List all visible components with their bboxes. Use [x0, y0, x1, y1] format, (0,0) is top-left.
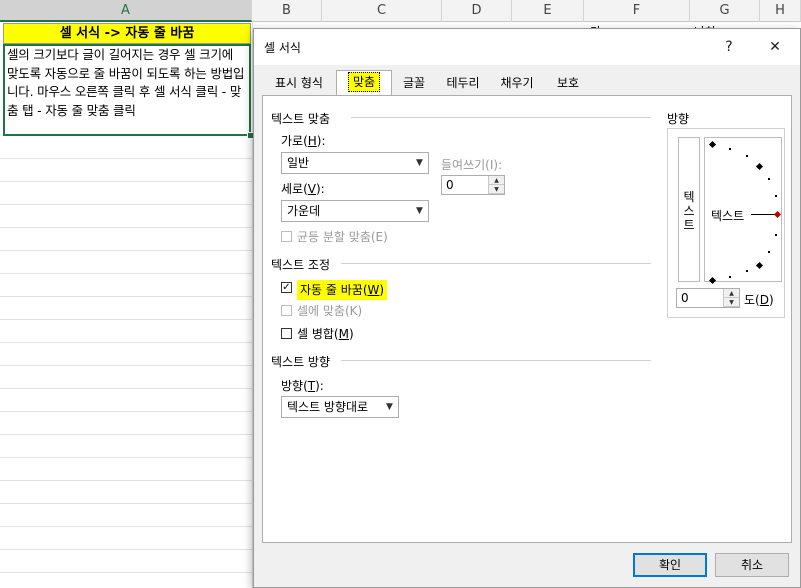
degrees-label: 도(D) [744, 293, 774, 307]
dial-dot [775, 234, 777, 236]
tab-alignment-label: 맞춤 [347, 72, 381, 92]
dial-needle [751, 214, 775, 215]
group-orientation: 방향 [667, 112, 690, 126]
dial-marker [708, 276, 717, 285]
dialog-titlebar[interactable]: 셀 서식 ? ✕ [254, 29, 800, 65]
tab-font[interactable]: 글꼴 [394, 72, 434, 95]
column-header-f[interactable]: F [584, 0, 690, 22]
shrink-to-fit-checkbox[interactable]: 셀에 맞춤(K) [281, 303, 481, 319]
distributed-checkbox[interactable]: 균등 분할 맞춤(E) [281, 229, 481, 245]
dial-marker [755, 261, 764, 270]
indent-spinner[interactable]: 0 ▲ ▼ [441, 175, 505, 195]
checkbox-box [281, 328, 292, 339]
dial-dot [768, 251, 770, 253]
tab-number[interactable]: 표시 형식 [264, 72, 334, 95]
horizontal-label: 가로(H): [281, 134, 326, 148]
dial-dot [729, 148, 731, 150]
cancel-button[interactable]: 취소 [715, 553, 789, 577]
degrees-spinner[interactable]: 0 ▲ ▼ [676, 288, 740, 308]
dial-marker [708, 140, 717, 149]
group-divider [351, 117, 651, 118]
checkbox-box [281, 231, 292, 242]
help-button[interactable]: ? [714, 35, 744, 59]
wrap-text-checkbox[interactable]: ✓ 자동 줄 바꿈(W) [281, 280, 481, 300]
ok-button[interactable]: 확인 [633, 553, 707, 577]
vertical-label: 세로(V): [281, 182, 325, 196]
checkbox-box [281, 305, 292, 316]
column-header-a[interactable]: A [0, 0, 252, 22]
column-header-c[interactable]: C [322, 0, 442, 22]
vertical-text-button[interactable]: 텍 스 트 [678, 137, 700, 282]
indent-label: 들여쓰기(I): [441, 158, 503, 172]
horizontal-select[interactable]: 일반 ▼ [281, 152, 429, 174]
alignment-panel: 텍스트 맞춤 가로(H): 일반 ▼ 들여쓰기(I): 0 ▲ ▼ 세로(V): 가운… [262, 95, 792, 543]
orientation-box: 텍 스 트 텍스트 0 ▲ ▼ 도(D) [667, 128, 785, 318]
column-header-g[interactable]: G [690, 0, 760, 22]
cell-a1[interactable]: 셀 서식 -> 자동 줄 바꿈 [3, 23, 251, 44]
dial-dot [775, 195, 777, 197]
tab-fill[interactable]: 채우기 [492, 72, 542, 95]
dialog-title: 셀 서식 [264, 41, 301, 55]
merge-cells-checkbox[interactable]: 셀 병합(M) [281, 326, 481, 342]
group-text-alignment: 텍스트 맞춤 [271, 112, 331, 126]
dial-dot [746, 270, 748, 272]
column-header-e[interactable]: E [512, 0, 584, 22]
close-button[interactable]: ✕ [760, 35, 790, 59]
chevron-down-icon: ▼ [380, 397, 398, 417]
dial-dot [746, 155, 748, 157]
tab-alignment[interactable]: 맞춤 [336, 70, 392, 97]
column-header-h[interactable]: H [760, 0, 801, 22]
group-text-control: 텍스트 조정 [271, 258, 331, 272]
spin-down-icon[interactable]: ▼ [489, 185, 504, 194]
spin-up-icon[interactable]: ▲ [724, 289, 739, 298]
dial-dot [729, 276, 731, 278]
column-header-b[interactable]: B [252, 0, 322, 22]
spin-up-icon[interactable]: ▲ [489, 176, 504, 185]
chevron-down-icon: ▼ [410, 201, 428, 221]
horizontal-text-label: 텍스트 [711, 209, 745, 223]
chevron-down-icon: ▼ [410, 153, 428, 173]
direction-select[interactable]: 텍스트 방향대로 ▼ [281, 396, 399, 418]
orientation-dial[interactable]: 텍스트 [704, 137, 782, 285]
format-cells-dialog: 셀 서식 ? ✕ 표시 형식 맞춤 글꼴 테두리 채우기 보호 텍스트 맞춤 가… [253, 28, 801, 588]
tab-protection[interactable]: 보호 [546, 72, 590, 95]
dial-marker [755, 162, 764, 171]
direction-label: 방향(T): [281, 379, 324, 393]
group-divider [341, 263, 651, 264]
spin-down-icon[interactable]: ▼ [724, 298, 739, 307]
dial-dot [768, 178, 770, 180]
cell-a2-selected[interactable]: 셀의 크기보다 글이 길어지는 경우 셀 크기에 맞도록 자동으로 줄 바꿈이 … [3, 44, 251, 136]
column-header-d[interactable]: D [442, 0, 512, 22]
group-divider [341, 360, 651, 361]
dial-handle[interactable] [773, 210, 782, 219]
check-icon: ✓ [281, 282, 292, 293]
tab-border[interactable]: 테두리 [438, 72, 488, 95]
group-text-direction: 텍스트 방향 [271, 355, 331, 369]
vertical-select[interactable]: 가운데 ▼ [281, 200, 429, 222]
